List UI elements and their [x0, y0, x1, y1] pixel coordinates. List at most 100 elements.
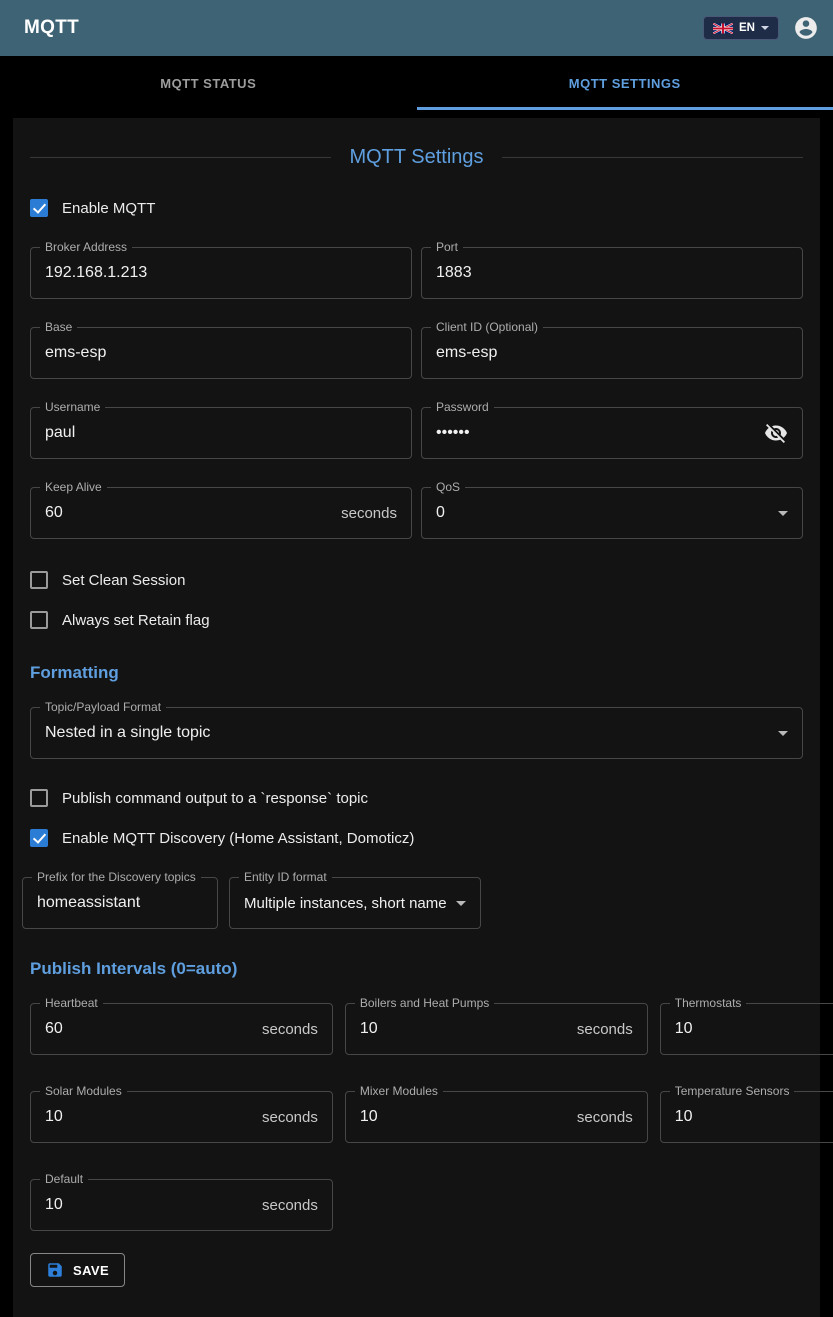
- thermostats-input[interactable]: [675, 1020, 833, 1038]
- broker-address-field[interactable]: Broker Address: [30, 247, 412, 299]
- uk-flag-icon: [713, 23, 733, 34]
- qos-label: QoS: [431, 480, 465, 494]
- password-input[interactable]: [436, 424, 756, 442]
- mqtt-discovery-checkbox[interactable]: [30, 829, 48, 847]
- mixer-interval-field[interactable]: Mixer Modules seconds: [345, 1091, 648, 1143]
- language-selector[interactable]: EN: [703, 16, 779, 40]
- response-topic-label: Publish command output to a `response` t…: [62, 790, 368, 807]
- qos-value: 0: [436, 504, 770, 522]
- client-id-field[interactable]: Client ID (Optional): [421, 327, 803, 379]
- mixer-input[interactable]: [360, 1108, 567, 1126]
- password-field[interactable]: Password: [421, 407, 803, 459]
- boilers-input[interactable]: [360, 1020, 567, 1038]
- caret-down-icon: [456, 901, 466, 906]
- topic-format-value: Nested in a single topic: [45, 724, 770, 742]
- page-title: MQTT Settings: [30, 146, 803, 169]
- discovery-prefix-label: Prefix for the Discovery topics: [32, 870, 201, 884]
- formatting-heading: Formatting: [30, 663, 803, 683]
- temperature-input[interactable]: [675, 1108, 833, 1126]
- mixer-unit: seconds: [577, 1109, 633, 1126]
- temperature-label: Temperature Sensors: [670, 1084, 795, 1098]
- boilers-interval-field[interactable]: Boilers and Heat Pumps seconds: [345, 1003, 648, 1055]
- base-input[interactable]: [45, 344, 397, 362]
- port-field[interactable]: Port: [421, 247, 803, 299]
- clean-session-row[interactable]: Set Clean Session: [30, 567, 803, 593]
- account-circle-icon: [793, 15, 819, 41]
- response-topic-checkbox[interactable]: [30, 789, 48, 807]
- topic-format-label: Topic/Payload Format: [40, 700, 166, 714]
- solar-label: Solar Modules: [40, 1084, 127, 1098]
- app-bar-actions: EN: [703, 15, 819, 41]
- default-input[interactable]: [45, 1196, 252, 1214]
- eye-off-icon: [764, 421, 788, 445]
- discovery-options-row: Prefix for the Discovery topics Entity I…: [22, 877, 803, 929]
- app-title: MQTT: [24, 17, 79, 39]
- base-clientid-row: Base Client ID (Optional): [30, 327, 803, 379]
- discovery-prefix-field[interactable]: Prefix for the Discovery topics: [22, 877, 218, 929]
- caret-down-icon: [778, 511, 788, 516]
- password-label: Password: [431, 400, 494, 414]
- clean-session-checkbox[interactable]: [30, 571, 48, 589]
- entity-id-format-value: Multiple instances, short name: [244, 895, 448, 912]
- thermostats-interval-field[interactable]: Thermostats seconds: [660, 1003, 833, 1055]
- solar-interval-field[interactable]: Solar Modules seconds: [30, 1091, 333, 1143]
- tab-mqtt-status[interactable]: MQTT STATUS: [0, 56, 417, 110]
- page-title-text: MQTT Settings: [349, 146, 483, 169]
- base-label: Base: [40, 320, 77, 334]
- client-id-input[interactable]: [436, 344, 788, 362]
- username-field[interactable]: Username: [30, 407, 412, 459]
- heartbeat-label: Heartbeat: [40, 996, 103, 1010]
- credentials-row: Username Password: [30, 407, 803, 459]
- save-button-label: SAVE: [73, 1263, 109, 1278]
- keep-alive-label: Keep Alive: [40, 480, 107, 494]
- boilers-label: Boilers and Heat Pumps: [355, 996, 494, 1010]
- keep-alive-field[interactable]: Keep Alive seconds: [30, 487, 412, 539]
- caret-down-icon: [761, 26, 769, 30]
- enable-mqtt-checkbox[interactable]: [30, 199, 48, 217]
- temperature-interval-field[interactable]: Temperature Sensors seconds: [660, 1091, 833, 1143]
- default-interval-field[interactable]: Default seconds: [30, 1179, 333, 1231]
- entity-id-format-select[interactable]: Entity ID format Multiple instances, sho…: [229, 877, 481, 929]
- save-icon: [46, 1261, 64, 1279]
- broker-address-label: Broker Address: [40, 240, 132, 254]
- entity-id-format-label: Entity ID format: [239, 870, 332, 884]
- topic-format-select[interactable]: Topic/Payload Format Nested in a single …: [30, 707, 803, 759]
- heartbeat-unit: seconds: [262, 1021, 318, 1038]
- broker-port-row: Broker Address Port: [30, 247, 803, 299]
- mqtt-discovery-label: Enable MQTT Discovery (Home Assistant, D…: [62, 830, 414, 847]
- mqtt-discovery-row[interactable]: Enable MQTT Discovery (Home Assistant, D…: [30, 825, 803, 851]
- enable-mqtt-row[interactable]: Enable MQTT: [30, 195, 803, 221]
- clean-session-label: Set Clean Session: [62, 572, 185, 589]
- heartbeat-input[interactable]: [45, 1020, 252, 1038]
- tab-bar: MQTT STATUS MQTT SETTINGS: [0, 56, 833, 110]
- username-input[interactable]: [45, 424, 397, 442]
- keep-alive-input[interactable]: [45, 504, 331, 522]
- username-label: Username: [40, 400, 105, 414]
- settings-panel: MQTT Settings Enable MQTT Broker Address…: [13, 118, 820, 1317]
- app-bar: MQTT EN: [0, 0, 833, 56]
- discovery-prefix-input[interactable]: [37, 894, 203, 912]
- default-unit: seconds: [262, 1197, 318, 1214]
- port-label: Port: [431, 240, 463, 254]
- account-button[interactable]: [793, 15, 819, 41]
- retain-flag-row[interactable]: Always set Retain flag: [30, 607, 803, 633]
- tab-mqtt-settings[interactable]: MQTT SETTINGS: [417, 56, 833, 110]
- mixer-label: Mixer Modules: [355, 1084, 443, 1098]
- retain-flag-label: Always set Retain flag: [62, 612, 210, 629]
- publish-intervals-grid: Heartbeat seconds Boilers and Heat Pumps…: [30, 1003, 803, 1231]
- qos-select[interactable]: QoS 0: [421, 487, 803, 539]
- response-topic-row[interactable]: Publish command output to a `response` t…: [30, 785, 803, 811]
- divider: [30, 157, 331, 158]
- solar-input[interactable]: [45, 1108, 252, 1126]
- keepalive-qos-row: Keep Alive seconds QoS 0: [30, 487, 803, 539]
- save-button[interactable]: SAVE: [30, 1253, 125, 1287]
- thermostats-label: Thermostats: [670, 996, 747, 1010]
- solar-unit: seconds: [262, 1109, 318, 1126]
- retain-flag-checkbox[interactable]: [30, 611, 48, 629]
- port-input[interactable]: [436, 264, 788, 282]
- default-label: Default: [40, 1172, 88, 1186]
- heartbeat-interval-field[interactable]: Heartbeat seconds: [30, 1003, 333, 1055]
- broker-address-input[interactable]: [45, 264, 397, 282]
- toggle-password-visibility-button[interactable]: [764, 421, 788, 445]
- base-field[interactable]: Base: [30, 327, 412, 379]
